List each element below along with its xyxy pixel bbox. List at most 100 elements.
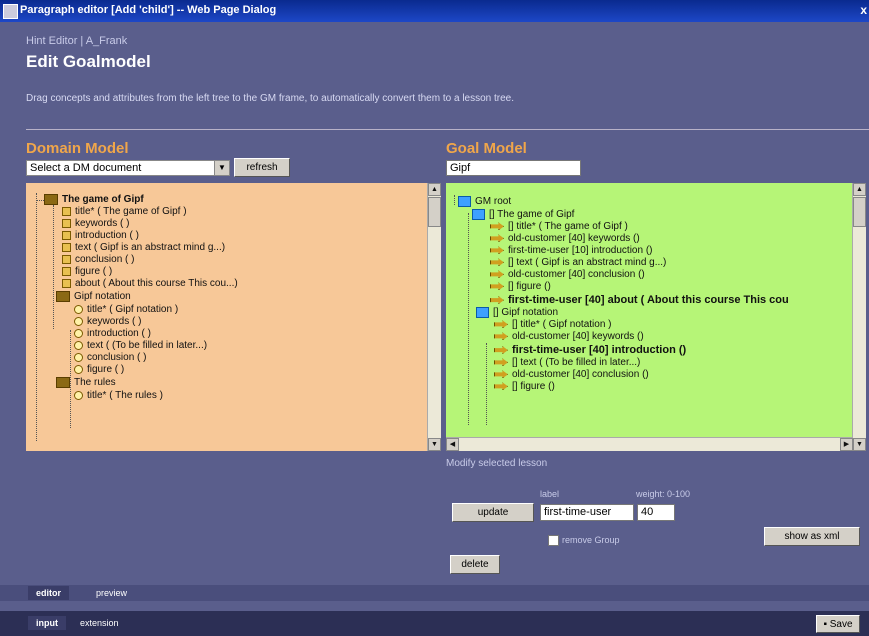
tree-node[interactable]: [] figure () — [494, 381, 555, 393]
domain-vertical-scrollbar[interactable]: ▲ ▼ — [427, 183, 441, 451]
tree-connector — [454, 195, 455, 205]
goal-tree-panel[interactable]: GM root [] The game of Gipf [] title* ( … — [446, 183, 866, 451]
tree-node[interactable]: Gipf notation — [56, 291, 131, 303]
arrow-icon — [490, 246, 504, 255]
tree-node[interactable]: The game of Gipf — [44, 194, 144, 206]
dm-document-select[interactable]: Select a DM document ▼ — [26, 160, 230, 176]
scroll-down-icon[interactable]: ▼ — [428, 438, 441, 451]
page-title: Edit Goalmodel — [26, 52, 151, 71]
label-input[interactable]: first-time-user — [540, 504, 634, 521]
folder-icon — [458, 196, 471, 207]
tree-node[interactable]: old-customer [40] conclusion () — [490, 269, 645, 281]
update-button[interactable]: update — [452, 503, 534, 522]
dm-select-value: Select a DM document — [30, 162, 142, 174]
goal-vertical-scrollbar[interactable]: ▲ ▼ — [852, 183, 866, 451]
tree-node[interactable]: introduction ( ) — [62, 230, 139, 242]
scroll-left-icon[interactable]: ◀ — [446, 438, 459, 451]
tree-connector — [36, 200, 44, 201]
arrow-icon — [490, 258, 504, 267]
tree-node[interactable]: [] title* ( Gipf notation ) — [494, 319, 612, 331]
tree-connector — [53, 205, 54, 329]
circle-icon — [74, 364, 83, 374]
delete-button[interactable]: delete — [450, 555, 500, 574]
circle-icon — [74, 304, 83, 314]
remove-group-label: remove Group — [562, 535, 620, 545]
arrow-icon — [494, 382, 508, 391]
tree-node[interactable]: old-customer [40] keywords () — [490, 233, 640, 245]
scroll-thumb[interactable] — [853, 197, 866, 227]
tree-node[interactable]: conclusion ( ) — [74, 352, 146, 364]
scroll-down-icon[interactable]: ▼ — [853, 438, 866, 451]
arrow-icon — [490, 234, 504, 243]
tree-node[interactable]: first-time-user [10] introduction () — [490, 245, 653, 257]
save-button[interactable]: ▪ Save — [816, 615, 860, 633]
tree-node[interactable]: [] The game of Gipf — [472, 209, 574, 221]
tab-input[interactable]: input — [28, 616, 66, 630]
goal-horizontal-scrollbar[interactable]: ◀ ▶ — [446, 437, 853, 451]
tree-node[interactable]: conclusion ( ) — [62, 254, 134, 266]
circle-icon — [74, 316, 83, 326]
goal-model-name-input[interactable]: Gipf — [446, 160, 581, 176]
scroll-right-icon[interactable]: ▶ — [840, 438, 853, 451]
tree-node[interactable]: [] text ( (To be filled in later...) — [494, 357, 640, 369]
tree-node[interactable]: GM root — [458, 196, 511, 208]
tree-node[interactable]: introduction ( ) — [74, 328, 151, 340]
tree-node[interactable]: [] title* ( The game of Gipf ) — [490, 221, 628, 233]
tree-node[interactable]: [] Gipf notation — [476, 307, 558, 319]
bottom-bar: input extension ▪ Save — [0, 611, 869, 636]
arrow-icon — [490, 282, 504, 291]
close-icon[interactable]: x — [860, 3, 867, 17]
tree-node[interactable]: title* ( The game of Gipf ) — [62, 206, 187, 218]
window-titlebar: Paragraph editor [Add 'child'] -- Web Pa… — [0, 0, 869, 22]
arrow-icon — [494, 332, 508, 341]
tree-node[interactable]: first-time-user [40] introduction () — [494, 344, 686, 356]
scroll-up-icon[interactable]: ▲ — [853, 183, 866, 196]
square-icon — [62, 278, 71, 288]
square-icon — [62, 218, 71, 228]
tree-node[interactable]: text ( Gipf is an abstract mind g...) — [62, 242, 225, 254]
tab-extension[interactable]: extension — [72, 616, 127, 630]
scroll-thumb[interactable] — [428, 197, 441, 227]
upper-tab-strip: editor preview — [0, 585, 869, 601]
tree-node[interactable]: [] figure () — [490, 281, 551, 293]
book-icon — [44, 194, 58, 205]
domain-tree-panel[interactable]: The game of Gipf title* ( The game of Gi… — [26, 183, 441, 451]
tab-editor[interactable]: editor — [28, 586, 70, 600]
goal-model-heading: Goal Model — [446, 140, 527, 157]
arrow-icon — [494, 358, 508, 367]
window-title: Paragraph editor [Add 'child'] -- Web Pa… — [20, 4, 277, 16]
arrow-icon — [490, 270, 504, 279]
app-icon — [3, 4, 18, 19]
tree-node[interactable]: keywords ( ) — [62, 218, 129, 230]
tree-node[interactable]: first-time-user [40] about ( About this … — [490, 294, 789, 306]
tree-node[interactable]: old-customer [40] conclusion () — [494, 369, 649, 381]
tree-node[interactable]: title* ( The rules ) — [74, 390, 163, 402]
square-icon — [62, 230, 71, 240]
chevron-down-icon[interactable]: ▼ — [214, 161, 229, 175]
tree-node[interactable]: old-customer [40] keywords () — [494, 331, 644, 343]
tree-node[interactable]: text ( (To be filled in later...) — [74, 340, 207, 352]
circle-icon — [74, 328, 83, 338]
tree-node[interactable]: about ( About this course This cou...) — [62, 278, 238, 290]
tree-node[interactable]: [] text ( Gipf is an abstract mind g...) — [490, 257, 666, 269]
refresh-button[interactable]: refresh — [234, 158, 290, 177]
circle-icon — [74, 340, 83, 350]
breadcrumb: Hint Editor | A_Frank — [26, 35, 128, 47]
tree-node[interactable]: figure ( ) — [62, 266, 112, 278]
tree-node[interactable]: The rules — [56, 377, 116, 389]
square-icon — [62, 266, 71, 276]
book-icon — [56, 377, 70, 388]
page-description: Drag concepts and attributes from the le… — [26, 93, 515, 104]
weight-input[interactable]: 40 — [637, 504, 675, 521]
scroll-up-icon[interactable]: ▲ — [428, 183, 441, 196]
circle-icon — [74, 390, 83, 400]
tree-node[interactable]: keywords ( ) — [74, 316, 141, 328]
folder-icon — [472, 209, 485, 220]
show-as-xml-button[interactable]: show as xml — [764, 527, 860, 546]
modify-heading: Modify selected lesson — [446, 458, 548, 469]
tree-node[interactable]: figure ( ) — [74, 364, 124, 376]
tab-preview[interactable]: preview — [88, 586, 135, 600]
remove-group-checkbox[interactable] — [548, 535, 559, 546]
square-icon — [62, 206, 71, 216]
tree-node[interactable]: title* ( Gipf notation ) — [74, 304, 178, 316]
